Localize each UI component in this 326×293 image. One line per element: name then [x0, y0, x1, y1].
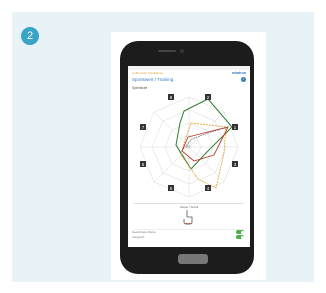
page-title: Sportswert / Training	[132, 77, 174, 82]
status-bar	[128, 66, 250, 70]
series-line-1	[175, 98, 233, 170]
breadcrumb[interactable]: ◂ Übersicht Spielklasse	[132, 71, 163, 75]
phone-home-button	[178, 254, 208, 264]
toggle-row-label: Gewichtete Werte	[132, 230, 156, 234]
brand-logo: rebatron	[231, 71, 246, 75]
radar-label-left: 7	[140, 124, 146, 130]
radar-label-left-low: 6	[140, 161, 146, 167]
toggle-switch[interactable]	[236, 230, 244, 234]
info-icon[interactable]: i	[241, 77, 246, 82]
hand-pointer-icon	[183, 210, 193, 225]
step-badge: 2	[21, 27, 39, 45]
phone-camera	[180, 49, 184, 53]
radar-label-right-low: 3	[232, 161, 238, 167]
toggle-row-label: Vergleich	[132, 235, 145, 239]
radar-chart: 2 1 3 4 5 6 7 8 AT	[139, 94, 239, 198]
radar-label-top: 2	[205, 94, 211, 100]
radar-label-top-left: 8	[168, 94, 174, 100]
radar-label-bottom-left: 5	[168, 185, 174, 191]
phone-screen: ◂ Übersicht Spielklasse rebatron Sportsw…	[128, 66, 250, 247]
divider	[134, 203, 244, 204]
phone-speaker	[158, 50, 176, 52]
page-indicator[interactable]	[184, 240, 192, 247]
toggle-switch[interactable]	[236, 235, 244, 239]
section-label: Spielstufe	[132, 86, 148, 90]
radar-label-bottom-right: 4	[205, 185, 211, 191]
radar-label-right: 1	[232, 124, 238, 130]
